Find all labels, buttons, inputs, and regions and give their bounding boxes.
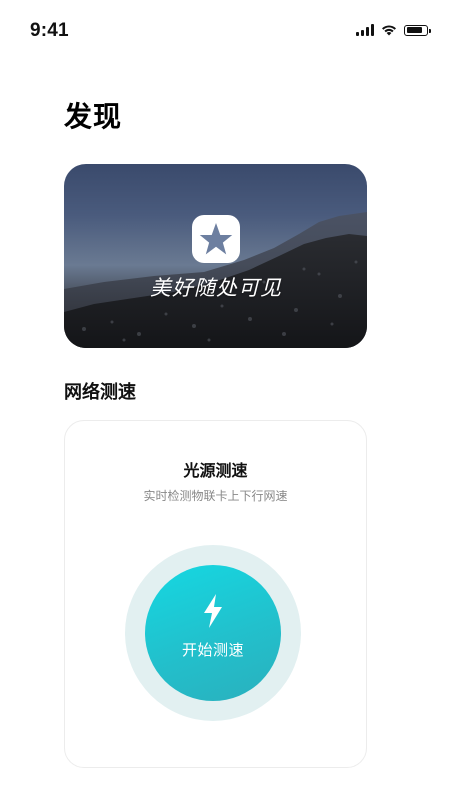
promo-banner[interactable]: 美好随处可见 bbox=[64, 164, 367, 348]
speed-test-subtitle: 实时检测物联卡上下行网速 bbox=[143, 489, 288, 503]
speed-test-card: 光源测速 实时检测物联卡上下行网速 开始测速 bbox=[64, 420, 367, 768]
page-title: 发现 bbox=[64, 100, 123, 133]
status-icons bbox=[356, 24, 431, 36]
status-time: 9:41 bbox=[30, 20, 69, 41]
section-title-network-speed: 网络测速 bbox=[64, 382, 136, 403]
status-bar: 9:41 bbox=[0, 0, 450, 60]
banner-slogan: 美好随处可见 bbox=[150, 276, 282, 300]
cellular-signal-icon bbox=[356, 24, 374, 36]
discover-screen: 9:41 发现 美好随处可见 网络测速 光源测速 实时检测物联卡上下行网速 开始… bbox=[0, 0, 450, 800]
speed-test-title: 光源测速 bbox=[183, 461, 248, 480]
battery-icon bbox=[404, 24, 431, 36]
start-speed-test-button[interactable]: 开始测速 bbox=[145, 565, 281, 701]
wifi-icon bbox=[382, 25, 396, 36]
start-button-label: 开始测速 bbox=[181, 641, 244, 659]
star-logo-icon bbox=[192, 215, 240, 263]
lightning-bolt-icon bbox=[204, 594, 222, 628]
battery-level bbox=[406, 27, 422, 33]
